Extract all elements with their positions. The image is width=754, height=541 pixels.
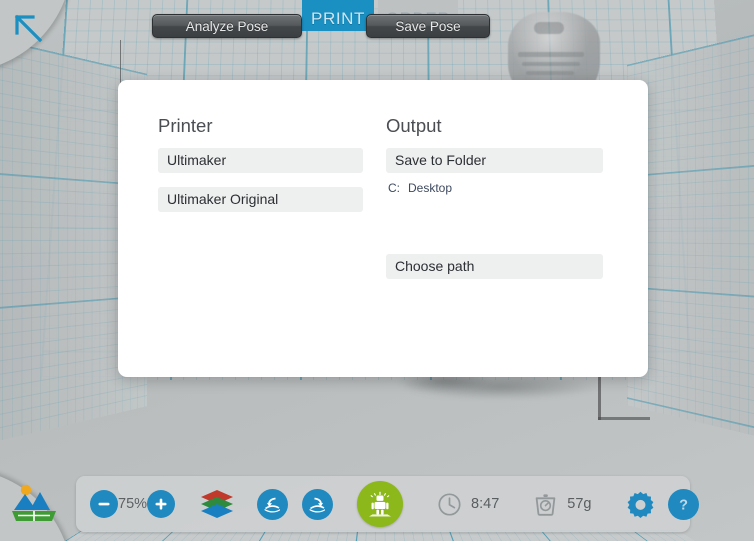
landscape-scene-icon[interactable] (10, 480, 58, 527)
settings-button[interactable] (627, 491, 654, 518)
question-mark-icon[interactable]: ? (668, 488, 700, 520)
printer-brand-select[interactable]: Ultimaker (158, 148, 363, 173)
clock-icon (438, 492, 461, 516)
printer-model-select[interactable]: Ultimaker Original (158, 187, 363, 212)
printer-section: Printer Ultimaker Ultimaker Original (158, 115, 363, 226)
analyze-pose-button[interactable]: Analyze Pose (152, 14, 302, 38)
start-print-button[interactable] (357, 481, 404, 527)
gear-icon (628, 491, 654, 518)
save-pose-button[interactable]: Save Pose (366, 14, 490, 38)
rotate-left-icon[interactable] (257, 488, 289, 520)
print-time-value: 8:47 (471, 496, 500, 512)
output-path-drive: C: (388, 181, 400, 195)
tab-print[interactable]: PRINT (302, 0, 374, 31)
output-destination-select[interactable]: Save to Folder (386, 148, 603, 173)
output-section: Output Save to Folder C: Desktop Choose p… (386, 115, 603, 293)
print-time-indicator: 8:47 (437, 492, 499, 517)
plus-icon[interactable] (147, 490, 176, 518)
scale-icon (535, 493, 556, 516)
rotate-right-button[interactable] (302, 488, 334, 520)
output-path-folder: Desktop (408, 181, 453, 195)
rotate-right-icon[interactable] (302, 488, 334, 520)
zoom-out-button[interactable] (90, 490, 118, 518)
tab-print-label: PRINT (311, 9, 365, 28)
choose-path-button[interactable]: Choose path (386, 254, 603, 279)
minus-icon[interactable] (90, 490, 118, 518)
bottom-toolbar: 75% 8:47 57g ? (76, 476, 700, 532)
help-button[interactable]: ? (668, 488, 700, 520)
build-volume-edge (598, 417, 650, 420)
printer-section-heading: Printer (158, 115, 213, 136)
analyze-pose-label: Analyze Pose (185, 18, 269, 34)
build-plate-floor (0, 530, 754, 541)
output-path-display: C: Desktop (386, 181, 603, 195)
output-section-heading: Output (386, 115, 442, 136)
application-window: ORDER PRINT Analyze Pose Save Pose Print (0, 0, 754, 541)
print-settings-dialog: Printer Ultimaker Ultimaker Original Out… (118, 80, 648, 377)
material-weight-indicator: 57g (533, 492, 591, 517)
save-pose-label: Save Pose (395, 18, 461, 34)
robot-mascot-icon[interactable] (357, 481, 404, 527)
zoom-level-value: 75% (118, 496, 148, 512)
rotate-left-button[interactable] (257, 488, 289, 520)
svg-text:?: ? (680, 497, 689, 513)
layers-view-button[interactable] (199, 489, 235, 519)
zoom-in-button[interactable] (147, 490, 176, 518)
layers-stack-icon (201, 490, 234, 518)
material-weight-value: 57g (567, 496, 592, 512)
cursor-arrow-icon[interactable] (12, 12, 48, 53)
